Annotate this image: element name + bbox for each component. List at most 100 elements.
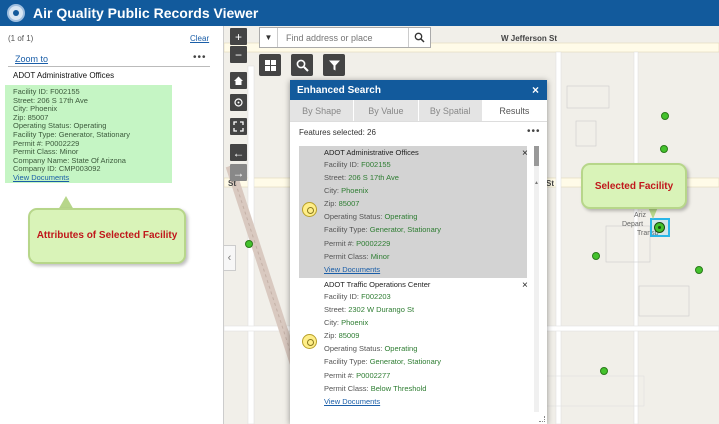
field-value: 85009 bbox=[338, 331, 360, 341]
result-field: Permit #: P0002229 bbox=[324, 237, 441, 250]
attribute-list: Facility ID: F002155 Street: 206 S 17th … bbox=[5, 85, 172, 183]
tab-by-shape[interactable]: By Shape bbox=[290, 100, 355, 121]
home-icon bbox=[234, 76, 243, 85]
back-extent-button[interactable]: ← bbox=[230, 144, 247, 161]
field-label: Street: bbox=[324, 173, 349, 183]
resize-handle-icon[interactable] bbox=[539, 416, 545, 422]
result-field: City: Phoenix bbox=[324, 316, 441, 329]
fullscreen-button[interactable] bbox=[230, 118, 247, 135]
field-value: 2302 W Durango St bbox=[348, 305, 415, 315]
zoom-out-button[interactable]: − bbox=[230, 46, 247, 63]
close-icon[interactable]: × bbox=[522, 280, 528, 291]
result-field: Zip: 85009 bbox=[324, 329, 441, 342]
field-label: Facility ID: bbox=[324, 292, 362, 301]
field-value: Operating bbox=[384, 344, 418, 354]
field-value: Below Threshold bbox=[370, 383, 427, 393]
field-label: Facility ID: bbox=[324, 160, 362, 169]
result-field: Facility ID: F002203 bbox=[324, 290, 441, 303]
more-options-icon[interactable]: ••• bbox=[193, 52, 207, 63]
locate-button[interactable] bbox=[230, 94, 247, 111]
facility-marker[interactable] bbox=[245, 240, 253, 248]
result-field: Street: 2302 W Durango St bbox=[324, 303, 441, 316]
crosshair-icon bbox=[234, 98, 243, 107]
view-documents-link[interactable]: View Documents bbox=[324, 395, 441, 408]
zoom-in-button[interactable]: + bbox=[230, 28, 247, 45]
field-label: Zip: bbox=[324, 199, 339, 209]
search-icon bbox=[414, 32, 425, 43]
panel-title: Enhanced Search bbox=[297, 84, 381, 96]
result-field: Facility ID: F002155 bbox=[324, 158, 441, 171]
result-field: Zip: 85007 bbox=[324, 197, 441, 210]
search-icon bbox=[296, 59, 309, 72]
field-label: Permit Class: bbox=[324, 251, 371, 261]
building-label-line2: Depart bbox=[622, 221, 644, 228]
chevron-up-icon[interactable]: ▲ bbox=[534, 180, 539, 186]
field-label: City: bbox=[324, 318, 342, 328]
app-title: Air Quality Public Records Viewer bbox=[33, 5, 259, 21]
home-button[interactable] bbox=[230, 72, 247, 89]
field-label: Operating Status: bbox=[324, 344, 385, 354]
enhanced-search-button[interactable] bbox=[291, 54, 313, 76]
selected-facility-marker[interactable] bbox=[654, 222, 665, 233]
tab-by-value[interactable]: By Value bbox=[354, 100, 419, 121]
plus-icon: + bbox=[234, 29, 242, 44]
field-value: 85007 bbox=[338, 199, 360, 209]
facility-marker[interactable] bbox=[592, 252, 600, 260]
field-label: Permit Class: bbox=[324, 383, 371, 393]
arrow-left-icon: ← bbox=[232, 145, 245, 160]
search-tabs: By Shape By Value By Spatial Results bbox=[290, 100, 547, 122]
close-icon[interactable]: × bbox=[532, 83, 539, 97]
tab-by-spatial[interactable]: By Spatial bbox=[418, 100, 483, 121]
field-value: 206 S 17th Ave bbox=[348, 173, 399, 183]
view-documents-link[interactable]: View Documents bbox=[13, 173, 164, 183]
field-value: Minor bbox=[370, 251, 390, 261]
result-item[interactable]: ADOT Traffic Operations Center × Facilit… bbox=[299, 278, 528, 412]
field-label: Operating Status: bbox=[324, 212, 385, 222]
scrollbar-thumb[interactable] bbox=[534, 146, 539, 166]
selected-facility-callout: Selected Facility bbox=[581, 163, 687, 209]
field-value: Phoenix bbox=[341, 318, 369, 328]
search-source-dropdown[interactable]: ▼ bbox=[260, 28, 278, 47]
basemap-gallery-button[interactable] bbox=[259, 54, 281, 76]
field-label: Facility Type: bbox=[324, 357, 370, 367]
field-value: Generator, Stationary bbox=[369, 225, 442, 235]
field-label: Permit #: bbox=[324, 370, 357, 380]
search-button[interactable] bbox=[408, 28, 430, 47]
zoom-to-link[interactable]: Zoom to bbox=[15, 54, 48, 64]
collapse-panel-button[interactable]: ‹ bbox=[224, 245, 236, 271]
result-field: Permit Class: Below Threshold bbox=[324, 382, 441, 395]
result-field: Street: 206 S 17th Ave bbox=[324, 171, 441, 184]
result-field: Permit #: P0002277 bbox=[324, 369, 441, 382]
enhanced-search-panel: Enhanced Search × By Shape By Value By S… bbox=[290, 80, 547, 424]
result-title: ADOT Administrative Offices bbox=[324, 148, 419, 157]
facility-symbol-icon bbox=[302, 334, 317, 349]
facility-marker[interactable] bbox=[600, 367, 608, 375]
filter-icon bbox=[328, 60, 340, 70]
result-field: Operating Status: Operating bbox=[324, 210, 441, 223]
feature-title: ADOT Administrative Offices bbox=[13, 71, 115, 80]
result-field: Permit Class: Minor bbox=[324, 250, 441, 263]
features-selected-count: Features selected: 26 bbox=[299, 128, 376, 137]
facility-marker[interactable] bbox=[695, 266, 703, 274]
street-label-right: St bbox=[546, 179, 554, 188]
search-input[interactable] bbox=[278, 28, 408, 47]
facility-marker[interactable] bbox=[661, 112, 669, 120]
field-label: Street: bbox=[324, 305, 349, 315]
close-icon[interactable]: × bbox=[522, 148, 528, 159]
view-documents-link[interactable]: View Documents bbox=[324, 263, 441, 276]
facility-marker[interactable] bbox=[660, 145, 668, 153]
forward-extent-button[interactable]: → bbox=[230, 164, 247, 181]
more-options-icon[interactable]: ••• bbox=[527, 126, 541, 137]
search-bar: ▼ bbox=[259, 27, 431, 48]
clear-link[interactable]: Clear bbox=[190, 34, 209, 43]
result-field: City: Phoenix bbox=[324, 184, 441, 197]
field-value: P0002277 bbox=[356, 370, 391, 380]
attributes-callout: Attributes of Selected Facility bbox=[28, 208, 186, 264]
arrow-right-icon: → bbox=[232, 165, 245, 180]
result-item[interactable]: ADOT Administrative Offices × Facility I… bbox=[299, 146, 528, 278]
tab-results[interactable]: Results bbox=[482, 100, 547, 121]
filter-button[interactable] bbox=[323, 54, 345, 76]
field-label: Permit #: bbox=[324, 238, 357, 248]
panel-header: Enhanced Search × bbox=[290, 80, 547, 100]
grid-icon bbox=[264, 59, 276, 71]
